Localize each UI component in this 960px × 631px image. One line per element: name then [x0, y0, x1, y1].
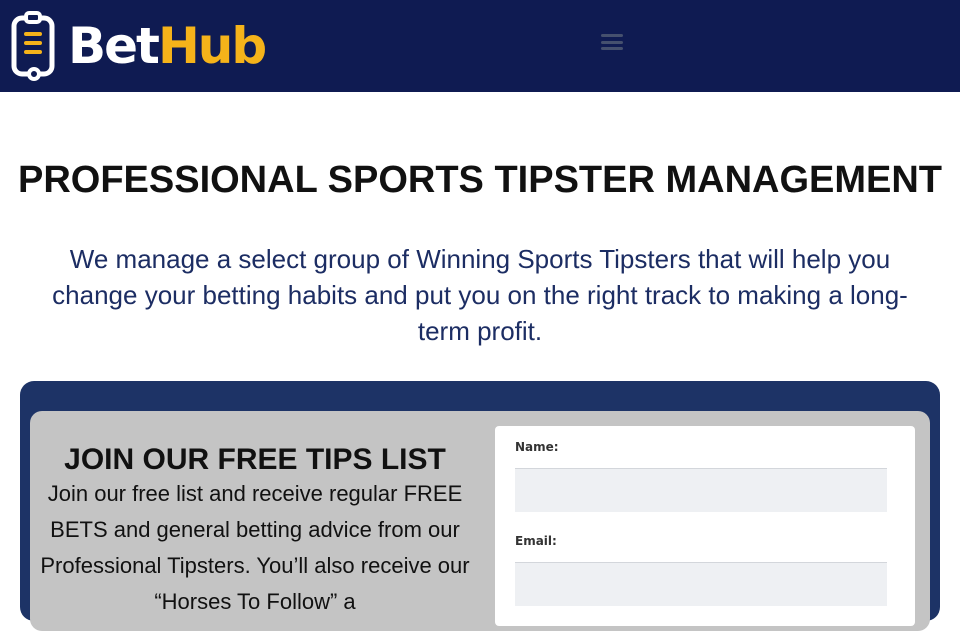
hamburger-menu-icon[interactable]: [601, 32, 625, 52]
name-field[interactable]: [515, 468, 887, 512]
hero-subtitle: We manage a select group of Winning Spor…: [52, 244, 908, 346]
menu-bar: [601, 47, 623, 50]
page-title: PROFESSIONAL SPORTS TIPSTER MANAGEMENT: [17, 159, 943, 201]
email-field[interactable]: [515, 562, 887, 606]
betslip-clipboard-icon: [11, 11, 55, 81]
menu-bar: [601, 40, 623, 44]
logo-wordmark: BetHub: [68, 21, 267, 71]
bethub-logo[interactable]: BetHub: [10, 10, 267, 82]
logo-text-bet: Bet: [68, 17, 160, 75]
name-label: Name:: [515, 440, 559, 454]
logo-text-hub: Hub: [157, 17, 267, 75]
menu-bar: [601, 34, 623, 37]
signup-description: Join our free list and receive regular F…: [40, 481, 470, 614]
email-label: Email:: [515, 534, 557, 548]
site-header: BetHub: [0, 0, 960, 92]
signup-title: JOIN OUR FREE TIPS LIST: [64, 443, 446, 476]
